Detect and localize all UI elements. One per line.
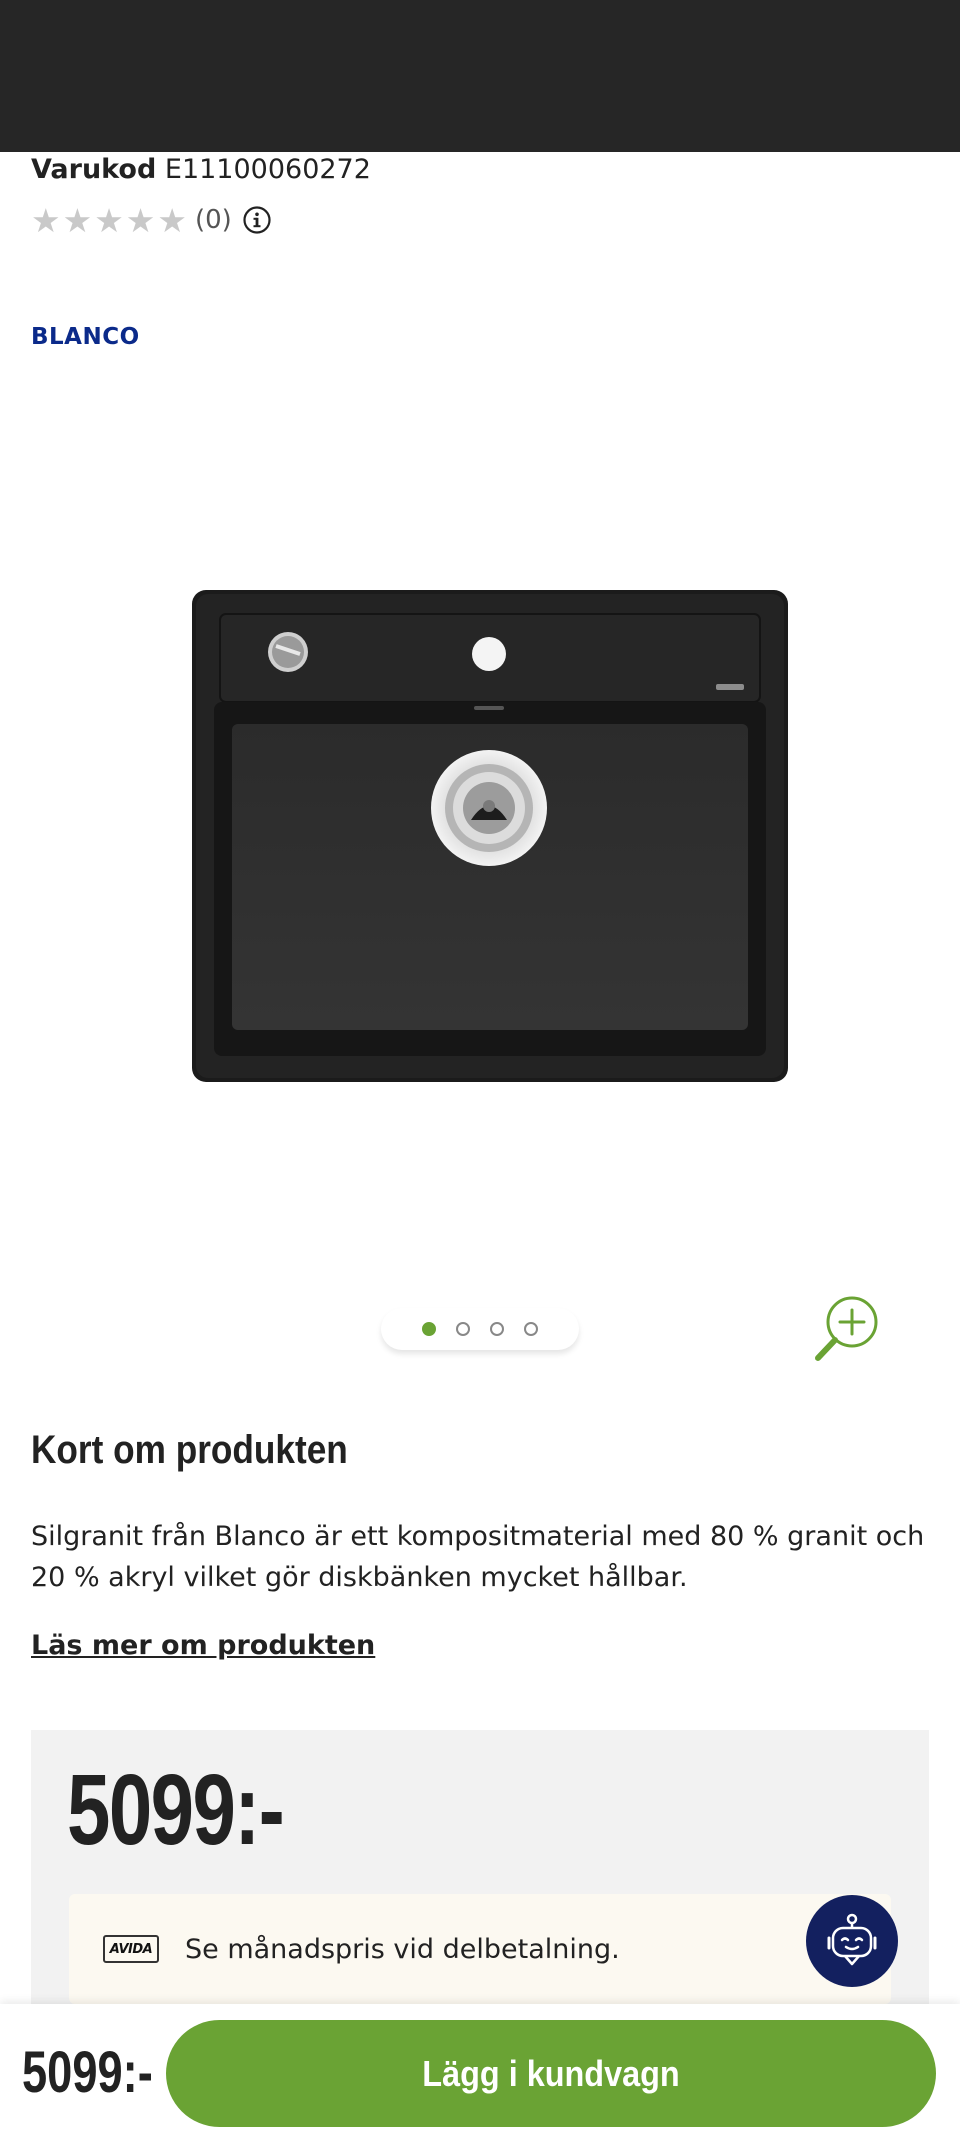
sku-label: Varukod	[31, 154, 157, 185]
product-sku: Varukod E11100060272	[31, 154, 371, 185]
bottom-bar: 5099:- Lägg i kundvagn	[0, 2004, 960, 2141]
gallery-dot[interactable]	[422, 1322, 436, 1336]
top-bar	[0, 0, 960, 152]
avida-logo: AVIDA	[103, 1935, 159, 1963]
gallery-pagination	[381, 1308, 579, 1350]
product-description: Silgranit från Blanco är ett kompositmat…	[31, 1521, 925, 1593]
star-icon: ★	[94, 200, 124, 240]
section-heading: Kort om produkten	[31, 1428, 348, 1472]
star-icon: ★	[62, 200, 93, 240]
gallery-dot[interactable]	[524, 1322, 538, 1336]
rating-count: (0)	[194, 205, 232, 235]
gallery-dot[interactable]	[456, 1322, 470, 1336]
info-icon[interactable]	[242, 205, 272, 235]
add-to-cart-button[interactable]: Lägg i kundvagn	[166, 2020, 936, 2127]
chatbot-button[interactable]	[806, 1895, 898, 1987]
bottom-price: 5099:-	[22, 2040, 153, 2105]
add-to-cart-label: Lägg i kundvagn	[422, 2052, 680, 2094]
rating-stars: ★ ★ ★ ★ ★	[31, 204, 187, 237]
gallery-dot[interactable]	[490, 1322, 504, 1336]
sku-value: E11100060272	[164, 154, 371, 185]
brand-logo[interactable]: BLANCO	[31, 324, 140, 350]
chatbot-icon	[827, 1913, 877, 1966]
financing-text: Se månadspris vid delbetalning.	[185, 1933, 620, 1965]
zoom-in-icon[interactable]	[810, 1292, 882, 1364]
star-icon: ★	[31, 200, 61, 240]
product-rating[interactable]: ★ ★ ★ ★ ★ (0)	[31, 200, 272, 240]
price-box: 5099:- AVIDA Se månadspris vid delbetaln…	[31, 1730, 929, 2030]
read-more-link[interactable]: Läs mer om produkten	[31, 1630, 375, 1661]
product-price: 5099:-	[67, 1754, 285, 1866]
product-image[interactable]	[192, 590, 788, 1082]
star-icon: ★	[125, 200, 156, 240]
financing-banner[interactable]: AVIDA Se månadspris vid delbetalning.	[69, 1894, 891, 2004]
star-icon: ★	[157, 200, 187, 240]
